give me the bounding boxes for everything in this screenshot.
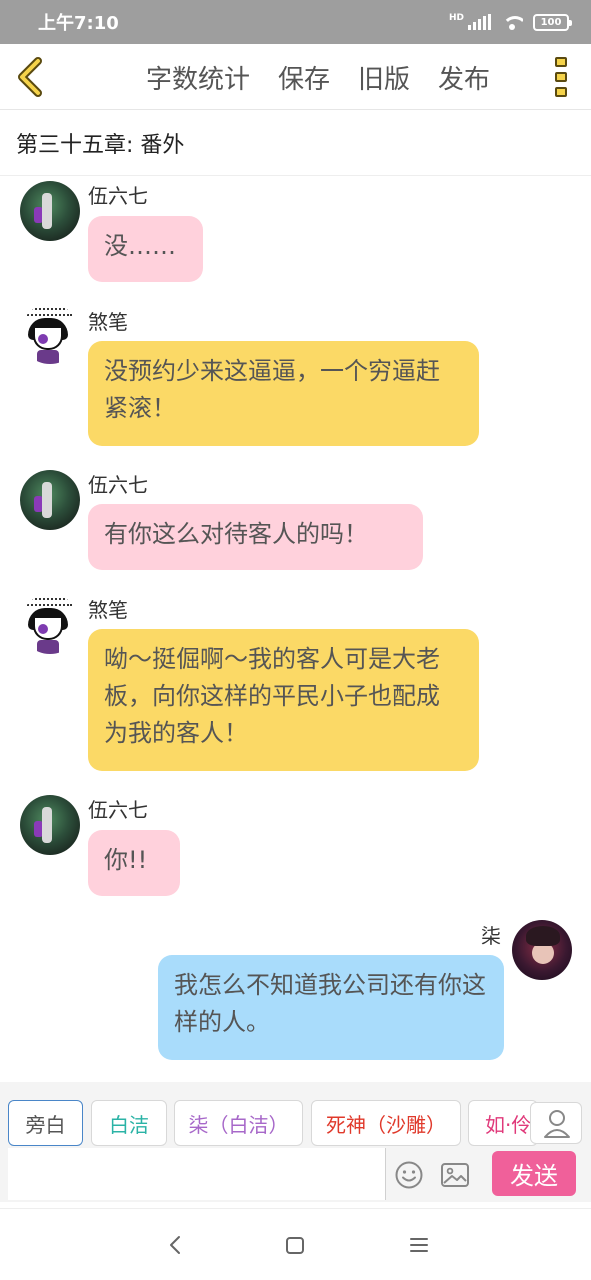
avatar[interactable] xyxy=(20,181,80,241)
back-button[interactable] xyxy=(12,56,52,98)
message-bubble[interactable]: 没…… xyxy=(88,216,203,282)
person-icon xyxy=(544,1110,570,1138)
avatar[interactable] xyxy=(20,304,80,364)
role-chip-narrator[interactable]: 旁白 xyxy=(8,1100,83,1146)
more-vertical-icon[interactable] xyxy=(550,54,572,100)
nav-menu-icon[interactable] xyxy=(408,1233,430,1257)
sender-name: 伍六七 xyxy=(88,184,148,208)
add-role-button[interactable] xyxy=(530,1102,582,1144)
send-button[interactable]: 发送 xyxy=(492,1151,576,1196)
chapter-title: 第三十五章: 番外 xyxy=(0,110,591,176)
sender-name: 伍六七 xyxy=(88,798,148,822)
sender-name: 柒 xyxy=(481,924,501,948)
avatar[interactable] xyxy=(20,795,80,855)
avatar[interactable] xyxy=(20,470,80,530)
role-chip[interactable]: 死神（沙雕） xyxy=(311,1100,461,1146)
nav-home-icon[interactable] xyxy=(284,1233,306,1257)
avatar[interactable] xyxy=(512,920,572,980)
system-nav-bar xyxy=(0,1208,591,1280)
editor-toolbar: 字数统计 保存 旧版 发布 xyxy=(0,44,591,110)
sender-name: 煞笔 xyxy=(88,598,128,622)
hd-signal-icon: HD xyxy=(448,12,464,23)
back-chevron-icon xyxy=(18,57,42,97)
emoji-icon xyxy=(395,1161,423,1189)
role-chip[interactable]: 柒（白洁） xyxy=(174,1100,303,1146)
role-chip[interactable]: 如·伶 xyxy=(468,1100,538,1146)
save-button[interactable]: 保存 xyxy=(278,59,330,96)
message-bubble[interactable]: 没预约少来这逼逼，一个穷逼赶紧滚！ xyxy=(88,341,479,446)
avatar[interactable] xyxy=(20,594,80,654)
image-button[interactable] xyxy=(440,1160,470,1190)
toolbar-actions: 字数统计 保存 旧版 发布 xyxy=(146,44,490,110)
composer: 发送 xyxy=(0,1148,591,1202)
word-count-button[interactable]: 字数统计 xyxy=(146,59,250,96)
message-bubble[interactable]: 有你这么对待客人的吗！ xyxy=(88,504,423,570)
message-bubble[interactable]: 我怎么不知道我公司还有你这样的人。 xyxy=(158,955,504,1060)
publish-button[interactable]: 发布 xyxy=(438,59,490,96)
role-chip[interactable]: 白洁 xyxy=(91,1100,167,1146)
wifi-icon xyxy=(501,14,523,30)
status-time: 上午7:10 xyxy=(38,13,119,34)
sender-name: 煞笔 xyxy=(88,310,128,334)
signal-icon xyxy=(468,14,491,30)
old-version-button[interactable]: 旧版 xyxy=(358,59,410,96)
battery-icon: 100 xyxy=(533,13,572,31)
message-input[interactable] xyxy=(8,1148,386,1200)
sender-name: 伍六七 xyxy=(88,473,148,497)
image-icon xyxy=(441,1163,469,1187)
emoji-button[interactable] xyxy=(394,1160,424,1190)
message-bubble[interactable]: 呦～挺倔啊～我的客人可是大老板，向你这样的平民小子也配成为我的客人！ xyxy=(88,629,479,771)
chat-area[interactable]: 伍六七 没…… 煞笔 没预约少来这逼逼，一个穷逼赶紧滚！ 伍六七 有你这么对待客… xyxy=(0,176,591,1082)
status-bar: 上午7:10 HD 100 xyxy=(0,0,591,44)
role-selector: 旁白 白洁 柒（白洁） 死神（沙雕） 如·伶 xyxy=(0,1082,591,1148)
nav-back-icon[interactable] xyxy=(164,1233,186,1257)
message-bubble[interactable]: 你!! xyxy=(88,830,180,896)
